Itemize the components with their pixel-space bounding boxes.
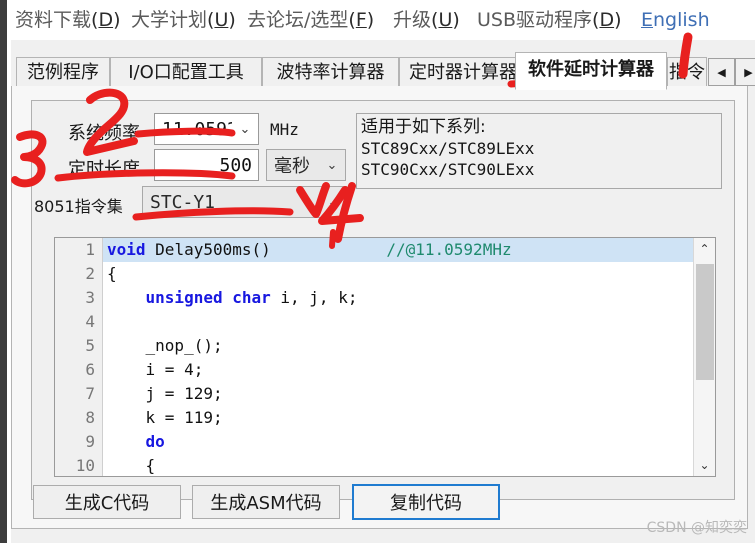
system-frequency-label: 系统频率 [68, 123, 140, 144]
tab-1[interactable]: I/O口配置工具 [110, 57, 262, 88]
scroll-down-icon[interactable]: ⌄ [694, 454, 715, 476]
tab-scroll-left-icon[interactable]: ◀ [708, 58, 735, 86]
code-line-3[interactable]: unsigned char i, j, k; [103, 286, 693, 310]
system-frequency-combobox[interactable]: 11.0592 ⌄ [154, 113, 259, 145]
delay-length-input[interactable]: 500 [154, 149, 259, 181]
window-left-border [0, 0, 7, 543]
line-number-4: 4 [85, 312, 95, 331]
line-number-gutter: 1 2 3 4 5 6 7 8 9 10 [55, 238, 103, 476]
settings-panel: 系统频率 11.0592 ⌄ MHz 定时长度 500 毫秒 ⌄ 8051指令集… [31, 100, 735, 500]
menu-item-1[interactable]: 大学计划(U) [131, 8, 236, 32]
tab-2[interactable]: 波特率计算器 [262, 57, 399, 88]
delay-unit-combobox[interactable]: 毫秒 ⌄ [266, 149, 346, 181]
code-line-5[interactable]: _nop_(); [103, 334, 693, 358]
code-line-7[interactable]: j = 129; [103, 382, 693, 406]
code-line-1[interactable]: void Delay500ms() //@11.0592MHz [103, 238, 693, 262]
menu-item-2[interactable]: 去论坛/选型(F) [247, 8, 374, 32]
supported-series-line-2: STC90Cxx/STC90LExx [361, 160, 535, 179]
code-line-2[interactable]: { [103, 262, 693, 286]
line-number-5: 5 [85, 336, 95, 355]
system-frequency-unit: MHz [270, 120, 299, 139]
line-number-3: 3 [85, 288, 95, 307]
line-number-2: 2 [85, 264, 95, 283]
code-line-10[interactable]: { [103, 454, 693, 476]
tab-0[interactable]: 范例程序 [16, 57, 110, 88]
tab-scroll-right-icon[interactable]: ▶ [735, 58, 755, 86]
tab-page-software-delay-calculator: 系统频率 11.0592 ⌄ MHz 定时长度 500 毫秒 ⌄ 8051指令集… [11, 86, 748, 529]
system-frequency-value: 11.0592 [162, 118, 232, 140]
code-line-8[interactable]: k = 119; [103, 406, 693, 430]
delay-unit-value: 毫秒 [274, 156, 310, 177]
csdn-watermark: CSDN @知奕奕 [646, 520, 747, 536]
scrollbar-thumb[interactable] [696, 264, 714, 380]
menu-item-0[interactable]: 资料下载(D) [15, 8, 121, 32]
menu-item-4[interactable]: USB驱动程序(D) [477, 8, 622, 32]
line-number-7: 7 [85, 384, 95, 403]
chevron-down-icon[interactable]: ⌄ [232, 121, 258, 137]
editor-vertical-scrollbar[interactable]: ⌃ ⌄ [693, 238, 715, 476]
line-number-8: 8 [85, 408, 95, 427]
line-number-10: 10 [75, 456, 95, 475]
line-number-1: 1 [85, 240, 95, 259]
code-line-9[interactable]: do [103, 430, 693, 454]
generate-asm-code-button[interactable]: 生成ASM代码 [192, 485, 340, 519]
chevron-down-icon[interactable]: ⌄ [319, 157, 345, 173]
line-number-6: 6 [85, 360, 95, 379]
app-window: 资料下载(D) 大学计划(U) 去论坛/选型(F) 升级(U) USB驱动程序(D) En… [0, 0, 755, 543]
supported-series-infobox: 适用于如下系列: STC89Cxx/STC89LExx STC90Cxx/STC90… [356, 113, 722, 189]
tab-scroll-buttons[interactable]: ◀ ▶ [708, 58, 755, 86]
tab-4[interactable]: 软件延时计算器 [515, 52, 667, 90]
menu-item-5[interactable]: English [641, 8, 710, 32]
instruction-set-label: 8051指令集 [34, 197, 123, 216]
line-number-9: 9 [85, 432, 95, 451]
tab-3[interactable]: 定时器计算器 [399, 57, 527, 88]
delay-length-label: 定时长度 [68, 159, 140, 180]
instruction-set-combobox[interactable]: STC-Y1 ⌄ [142, 186, 347, 218]
chevron-down-icon[interactable]: ⌄ [320, 194, 346, 210]
tab-strip: 范例程序 I/O口配置工具 波特率计算器 定时器计算器 软件延时计算器 指令 ◀ ▶ [11, 40, 755, 90]
menu-bar: 资料下载(D) 大学计划(U) 去论坛/选型(F) 升级(U) USB驱动程序(D) En… [11, 0, 755, 40]
instruction-set-value: STC-Y1 [150, 191, 216, 213]
scroll-up-icon[interactable]: ⌃ [694, 238, 715, 260]
code-line-6[interactable]: i = 4; [103, 358, 693, 382]
code-editor[interactable]: 1 2 3 4 5 6 7 8 9 10 void Delay500ms() //@11.0592… [54, 237, 716, 477]
supported-series-line-0: 适用于如下系列: [361, 117, 486, 137]
code-text-area[interactable]: void Delay500ms() //@11.0592MHz{ unsigne… [103, 238, 693, 476]
generate-c-code-button[interactable]: 生成C代码 [33, 485, 181, 519]
menu-item-3[interactable]: 升级(U) [393, 8, 460, 32]
tab-5[interactable]: 指令 [667, 57, 707, 88]
copy-code-button[interactable]: 复制代码 [352, 484, 500, 520]
supported-series-line-1: STC89Cxx/STC89LExx [361, 139, 535, 158]
code-line-4[interactable] [103, 310, 693, 334]
